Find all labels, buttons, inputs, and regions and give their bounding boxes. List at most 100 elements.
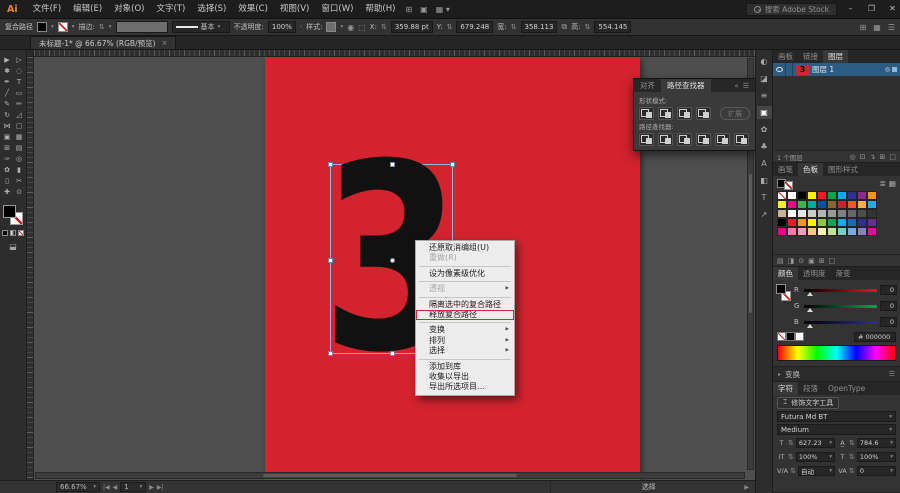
layer-thumbnail[interactable]: 3 — [796, 64, 809, 75]
swatch-libraries-icon[interactable]: ▤ — [777, 257, 784, 265]
hex-input[interactable]: # 000000 — [854, 331, 896, 342]
export-panel-icon[interactable]: ↗ — [757, 208, 772, 221]
color-button[interactable] — [2, 230, 8, 236]
screen-mode-icon[interactable]: ⬓ — [9, 242, 17, 251]
menu-item[interactable]: 文件(F) — [27, 0, 68, 18]
green-value[interactable]: 0 — [880, 301, 897, 311]
scrollbar-thumb[interactable] — [749, 173, 752, 314]
x-stepper[interactable]: ⇅ — [381, 23, 387, 31]
constrain-proportions-icon[interactable]: ⧉ — [561, 22, 567, 32]
swatch[interactable] — [817, 191, 827, 200]
free-transform-tool-icon[interactable]: ▢ — [13, 120, 25, 131]
line-tool-icon[interactable]: ╱ — [1, 87, 13, 98]
blue-slider[interactable] — [804, 320, 877, 328]
color-spectrum-bar[interactable] — [777, 345, 896, 361]
hand-tool-icon[interactable]: ✚ — [1, 186, 13, 197]
close-button[interactable]: ✕ — [885, 0, 900, 18]
swatch[interactable] — [847, 209, 857, 218]
font-size-value[interactable]: 627.23 ▾ — [795, 438, 835, 448]
horizontal-scrollbar[interactable] — [35, 472, 745, 479]
slider-thumb[interactable] — [807, 307, 813, 312]
panel-tab[interactable]: 透明度 — [798, 267, 831, 280]
swatch[interactable] — [857, 200, 867, 209]
graphic-styles-panel-icon[interactable]: ◧ — [757, 174, 772, 187]
opacity-expand-icon[interactable]: › — [300, 24, 302, 30]
swatch[interactable] — [847, 191, 857, 200]
horizontal-scale-stepper[interactable]: ⇅ — [849, 453, 855, 461]
type-tool-icon[interactable]: T — [13, 76, 25, 87]
panel-tab[interactable]: 段落 — [798, 382, 823, 395]
libraries-panel-icon[interactable]: ◪ — [757, 72, 772, 85]
workspace-switcher-icon[interactable]: ▦ ▾ — [436, 5, 450, 14]
swatch[interactable] — [787, 227, 797, 236]
pen-tool-icon[interactable]: ✒ — [1, 76, 13, 87]
menu-item[interactable]: 对象(O) — [108, 0, 150, 18]
x-value[interactable]: 359.88 pt — [390, 21, 433, 33]
visibility-eye-icon[interactable] — [773, 63, 786, 76]
merge-button[interactable] — [677, 133, 692, 146]
rectangle-tool-icon[interactable]: ▭ — [13, 87, 25, 98]
first-artboard-icon[interactable]: |◀ — [103, 484, 110, 491]
context-menu-item[interactable]: 重做(R) — [416, 253, 514, 263]
grid-view-icon[interactable]: ▦ — [889, 179, 896, 188]
selection-handle[interactable] — [328, 258, 333, 263]
height-value[interactable]: 554.145 — [594, 21, 632, 33]
menu-item[interactable]: 编辑(E) — [67, 0, 108, 18]
leading-stepper[interactable]: ⇅ — [849, 439, 855, 447]
info-panel-icon[interactable]: ◐ — [757, 55, 772, 68]
status-display[interactable]: 选择 ▶ — [550, 480, 755, 493]
style-swatch[interactable] — [326, 22, 337, 32]
stock-search-input[interactable]: 搜索 Adobe Stock — [745, 2, 837, 16]
next-artboard-icon[interactable]: ▶ — [149, 484, 154, 491]
y-stepper[interactable]: ⇅ — [446, 23, 452, 31]
trim-button[interactable] — [658, 133, 673, 146]
style-dropdown-icon[interactable]: ▾ — [340, 24, 343, 30]
symbols-panel-icon[interactable]: ♣ — [757, 140, 772, 153]
swatch[interactable] — [817, 218, 827, 227]
swatch[interactable] — [807, 209, 817, 218]
maximize-button[interactable]: ❐ — [864, 0, 879, 18]
slider-thumb[interactable] — [807, 291, 813, 296]
kerning-stepper[interactable]: ⇅ — [790, 467, 796, 475]
swatch[interactable] — [867, 227, 877, 236]
swatch-options-icon[interactable]: ⊙ — [798, 257, 804, 265]
menu-item[interactable]: 选择(S) — [191, 0, 232, 18]
black-chip[interactable] — [786, 332, 795, 341]
swatch[interactable] — [797, 218, 807, 227]
transform-panel-icon[interactable]: ⊞ — [860, 23, 867, 32]
minimize-button[interactable]: – — [843, 0, 858, 18]
swatch[interactable] — [847, 200, 857, 209]
swatch[interactable] — [847, 218, 857, 227]
swatch[interactable] — [817, 227, 827, 236]
paintbrush-tool-icon[interactable]: ✎ — [1, 98, 13, 109]
swatch-kinds-icon[interactable]: ◨ — [788, 257, 795, 265]
shape-builder-tool-icon[interactable]: ▣ — [1, 131, 13, 142]
swatch[interactable] — [797, 200, 807, 209]
stroke-dropdown-icon[interactable]: ▾ — [72, 24, 75, 30]
panel-tab[interactable]: 链接 — [798, 50, 823, 63]
red-value[interactable]: 0 — [880, 285, 897, 295]
swatch[interactable] — [797, 209, 807, 218]
selection-handle[interactable] — [390, 162, 395, 167]
context-menu-item[interactable]: 导出所选项目… — [416, 382, 514, 392]
swatch[interactable] — [817, 200, 827, 209]
document-tab[interactable]: 未标题-1* @ 66.67% (RGB/预览) × — [30, 36, 177, 49]
align-panel-icon[interactable]: ≡ — [757, 89, 772, 102]
swatch[interactable] — [817, 209, 827, 218]
menu-item[interactable]: 效果(C) — [232, 0, 274, 18]
mesh-tool-icon[interactable]: ⊞ — [1, 142, 13, 153]
canvas[interactable]: 3 还原取消编组(U)重做(R)设为像素级优化透视隔 — [27, 50, 755, 480]
swatch[interactable] — [787, 191, 797, 200]
horizontal-scale-value[interactable]: 100% ▾ — [856, 452, 896, 462]
stroke-weight-stepper[interactable]: ⇅ — [99, 23, 105, 31]
panel-tab[interactable]: 图层 — [823, 50, 848, 63]
divide-button[interactable] — [639, 133, 654, 146]
new-sublayer-icon[interactable]: ↴ — [870, 153, 876, 161]
isolate-icon[interactable]: ⬚ — [358, 23, 366, 32]
swatch[interactable] — [837, 209, 847, 218]
brush-definition-preview[interactable] — [115, 21, 168, 33]
new-color-group-icon[interactable]: ▣ — [808, 257, 815, 265]
swatch[interactable] — [807, 227, 817, 236]
swatch[interactable] — [827, 218, 837, 227]
glyphs-panel-icon[interactable]: T — [757, 191, 772, 204]
